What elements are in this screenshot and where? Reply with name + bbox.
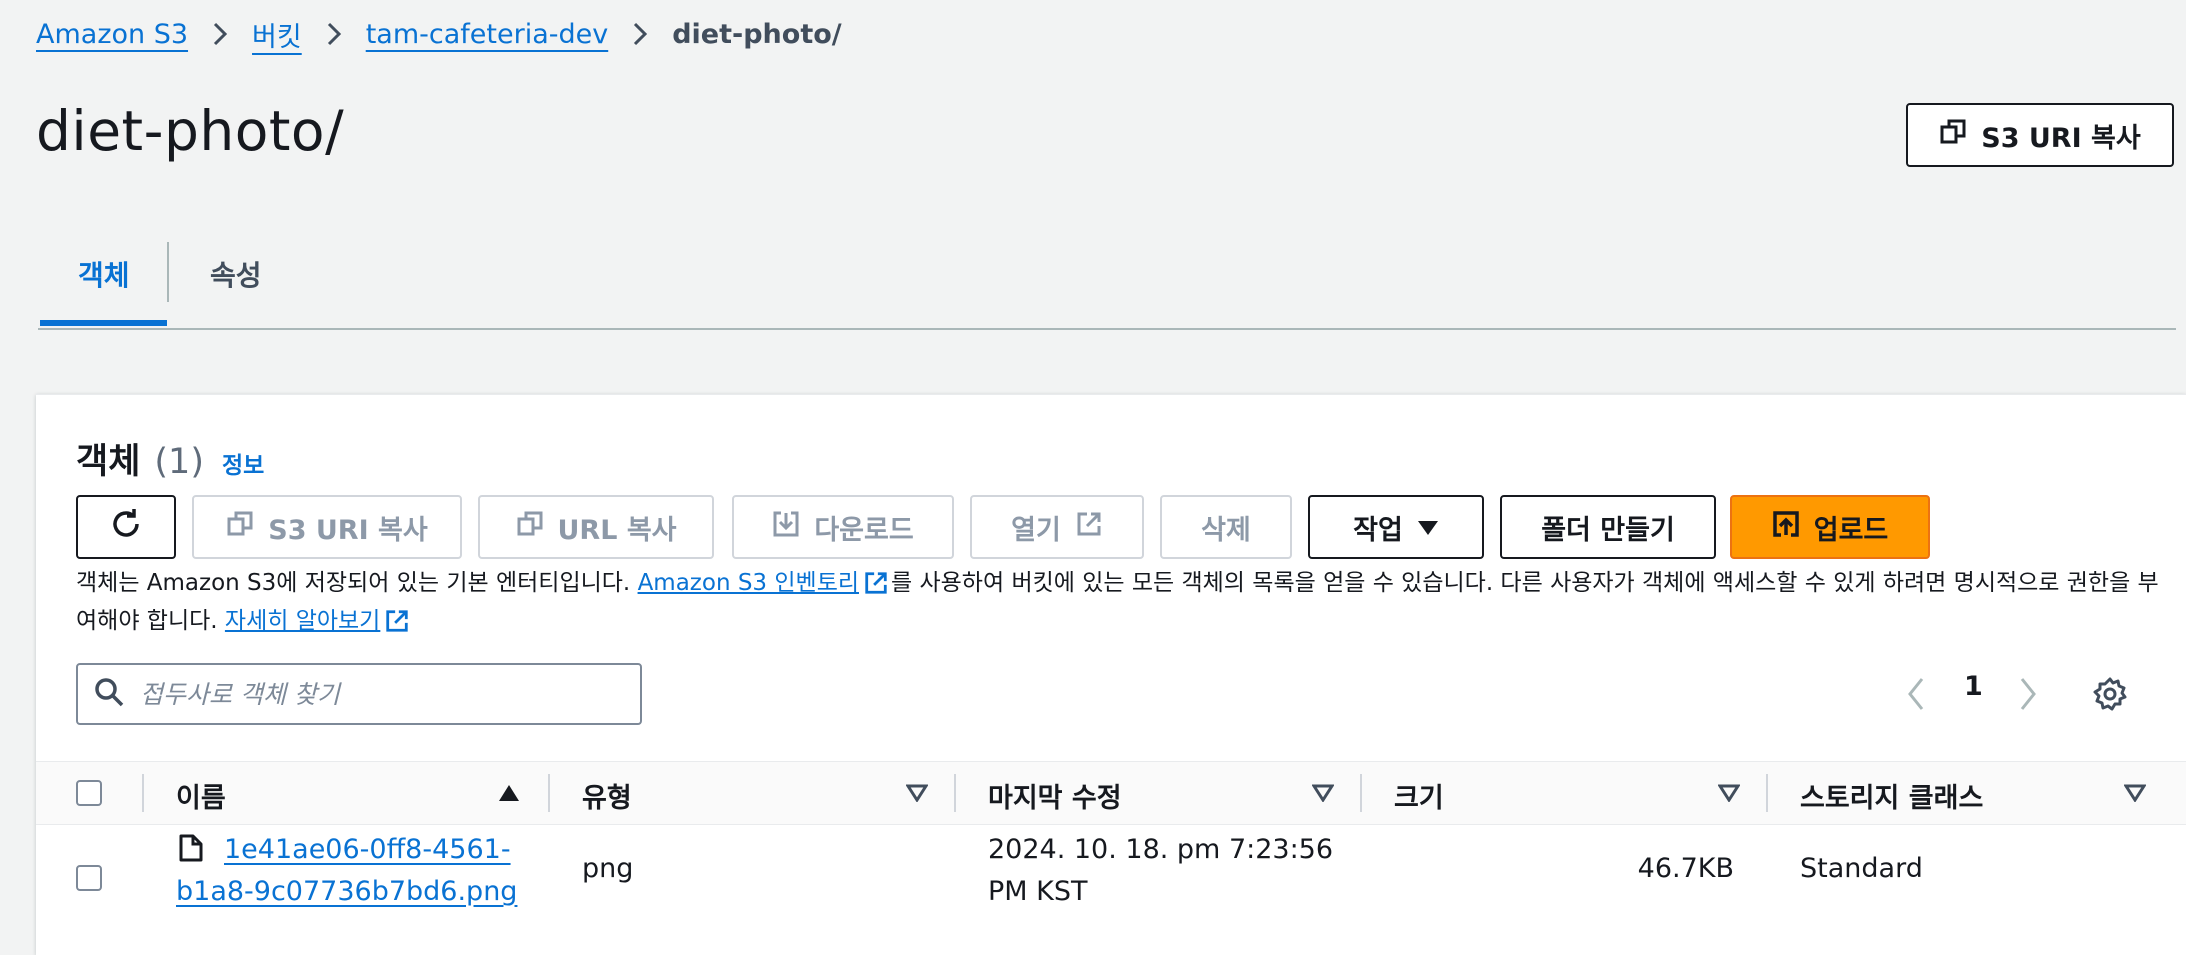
objects-description: 객체는 Amazon S3에 저장되어 있는 기본 엔터티입니다. Amazon…: [76, 567, 2166, 643]
breadcrumb-bucket-name[interactable]: tam-cafeteria-dev: [366, 19, 609, 50]
column-header-type[interactable]: 유형: [582, 776, 632, 815]
table-settings-button[interactable]: [2092, 669, 2128, 719]
object-name-link[interactable]: 1e41ae06-0ff8-4561- b1a8-9c07736b7bd6.pn…: [176, 829, 517, 913]
open-label: 열기: [1011, 514, 1061, 546]
copy-s3-uri-label: S3 URI 복사: [268, 514, 428, 546]
column-header-last-modified[interactable]: 마지막 수정: [988, 776, 1122, 815]
copy-s3-uri-disabled-button[interactable]: S3 URI 복사: [192, 495, 462, 559]
create-folder-button[interactable]: 폴더 만들기: [1500, 495, 1716, 559]
refresh-button[interactable]: [76, 495, 176, 559]
sort-icon[interactable]: [2123, 784, 2147, 806]
tab-properties[interactable]: 속성: [210, 254, 262, 294]
download-icon: [772, 510, 800, 545]
chevron-right-icon: [2020, 678, 2036, 710]
gear-icon: [2093, 677, 2127, 711]
delete-label: 삭제: [1201, 514, 1251, 546]
object-name-line-1[interactable]: 1e41ae06-0ff8-4561-: [176, 829, 517, 871]
breadcrumb-current: diet-photo/: [672, 18, 842, 50]
object-last-modified: 2024. 10. 18. pm 7:23:56 PM KST: [988, 829, 1333, 913]
sort-icon[interactable]: [905, 784, 929, 806]
next-page-button[interactable]: [2018, 669, 2038, 719]
tab-divider: [167, 242, 169, 302]
active-tab-indicator: [40, 320, 167, 326]
upload-label: 업로드: [1813, 514, 1889, 546]
sort-ascending-icon[interactable]: [498, 784, 520, 806]
column-header-name[interactable]: 이름: [176, 776, 226, 815]
column-divider[interactable]: [1360, 774, 1362, 812]
sort-icon[interactable]: [1717, 784, 1741, 806]
last-modified-line-1: 2024. 10. 18. pm 7:23:56: [988, 834, 1334, 865]
copy-icon: [226, 510, 254, 545]
copy-s3-uri-button[interactable]: S3 URI 복사: [1906, 103, 2174, 167]
create-folder-label: 폴더 만들기: [1541, 514, 1675, 546]
learn-more-link[interactable]: 자세히 알아보기: [225, 608, 380, 634]
sort-icon[interactable]: [1311, 784, 1335, 806]
copy-url-button[interactable]: URL 복사: [478, 495, 714, 559]
inventory-link[interactable]: Amazon S3 인벤토리: [638, 570, 859, 596]
chevron-right-icon: [632, 21, 648, 47]
breadcrumb-amazon-s3[interactable]: Amazon S3: [36, 19, 188, 50]
breadcrumb: Amazon S3 버킷 tam-cafeteria-dev diet-phot…: [36, 14, 842, 54]
objects-panel: 객체 (1) 정보 S3 URI 복사 URL 복사 다운로드 열기 삭제 작업…: [36, 394, 2186, 955]
objects-title: 객체: [76, 442, 141, 482]
breadcrumb-buckets[interactable]: 버킷: [252, 15, 302, 54]
objects-count: (1): [154, 442, 204, 482]
actions-dropdown[interactable]: 작업: [1308, 495, 1484, 559]
copy-url-label: URL 복사: [557, 514, 677, 546]
upload-button[interactable]: 업로드: [1730, 495, 1930, 559]
chevron-left-icon: [1908, 678, 1924, 710]
table-row: 1e41ae06-0ff8-4561- b1a8-9c07736b7bd6.pn…: [36, 823, 2186, 943]
search-box: [76, 663, 642, 725]
download-label: 다운로드: [814, 514, 914, 546]
search-icon: [94, 677, 124, 711]
table-header: 이름 유형 마지막 수정 크기 스토리지 클래스: [36, 761, 2186, 825]
column-divider[interactable]: [548, 774, 550, 812]
page-title: diet-photo/: [36, 99, 345, 163]
copy-icon: [1939, 118, 1967, 153]
external-link-icon: [1075, 510, 1103, 545]
row-checkbox[interactable]: [76, 865, 102, 891]
object-name-line-2[interactable]: b1a8-9c07736b7bd6.png: [176, 871, 517, 913]
caret-down-icon: [1417, 512, 1439, 543]
chevron-right-icon: [212, 21, 228, 47]
object-storage-class: Standard: [1800, 853, 1923, 884]
object-type: png: [582, 853, 634, 884]
description-text-1: 객체는 Amazon S3에 저장되어 있는 기본 엔터티입니다.: [76, 570, 638, 596]
copy-icon: [516, 510, 544, 545]
select-all-checkbox[interactable]: [76, 780, 102, 806]
external-link-icon: [863, 570, 889, 605]
info-link[interactable]: 정보: [222, 446, 264, 480]
external-link-icon: [384, 608, 410, 643]
prev-page-button[interactable]: [1906, 669, 1926, 719]
page-number[interactable]: 1: [1964, 671, 1983, 702]
open-button[interactable]: 열기: [970, 495, 1144, 559]
column-divider[interactable]: [1766, 774, 1768, 812]
object-size: 46.7KB: [1637, 853, 1734, 884]
download-button[interactable]: 다운로드: [732, 495, 954, 559]
chevron-right-icon: [326, 21, 342, 47]
tab-bar: 객체 속성: [38, 232, 2176, 330]
column-header-size[interactable]: 크기: [1394, 776, 1444, 815]
actions-label: 작업: [1353, 514, 1403, 546]
delete-button[interactable]: 삭제: [1160, 495, 1292, 559]
objects-header: 객체 (1) 정보: [76, 433, 264, 484]
search-input[interactable]: [138, 678, 622, 710]
copy-s3-uri-label: S3 URI 복사: [1981, 122, 2141, 154]
tab-objects[interactable]: 객체: [78, 254, 130, 294]
refresh-icon: [109, 507, 143, 548]
column-divider: [142, 774, 144, 812]
last-modified-line-2: PM KST: [988, 876, 1088, 907]
column-divider[interactable]: [954, 774, 956, 812]
upload-icon: [1772, 510, 1800, 545]
column-header-storage-class[interactable]: 스토리지 클래스: [1800, 776, 1983, 815]
